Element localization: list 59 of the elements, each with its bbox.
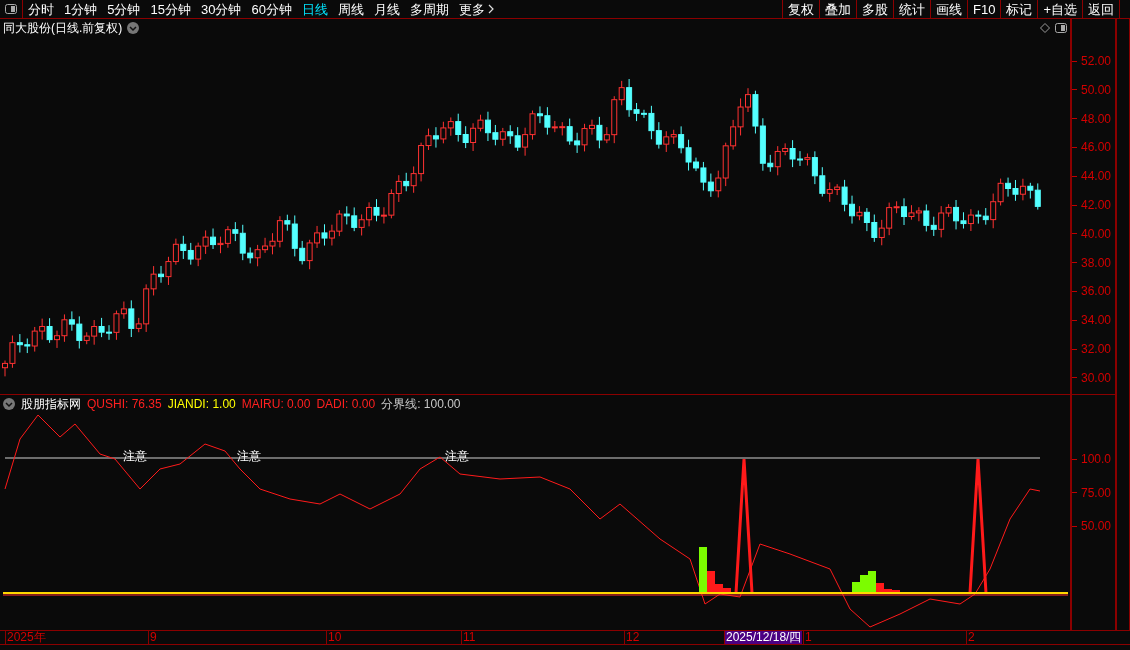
indicator-readout: MAIRU: 0.00	[241, 395, 311, 413]
period-tab[interactable]: 多周期	[409, 2, 449, 16]
chart-annotation: 注意	[237, 450, 261, 462]
period-tab[interactable]: 分时	[28, 2, 54, 16]
toolbar-button[interactable]: 复权	[783, 0, 820, 18]
period-tab[interactable]: 更多	[458, 2, 494, 16]
indicator-readout: DADI: 0.00	[316, 395, 376, 413]
date-axis-label: 11	[461, 631, 477, 644]
price-tick-label: 52.00	[1081, 54, 1112, 68]
indicator-name: 股朋指标网	[21, 395, 81, 413]
panel-toggle-icon[interactable]	[1055, 22, 1067, 33]
date-axis-label: 1	[803, 631, 813, 644]
price-tick-label: 32.00	[1081, 342, 1112, 356]
toolbar-button[interactable]: 叠加	[820, 0, 857, 18]
dropdown-icon[interactable]	[3, 397, 15, 410]
period-tab[interactable]: 5分钟	[107, 2, 141, 16]
toolbar-button[interactable]: 画线	[931, 0, 968, 18]
price-tick-label: 42.00	[1081, 198, 1112, 212]
period-tab[interactable]: 15分钟	[150, 2, 191, 16]
indicator-tick-label: 50.00	[1081, 519, 1112, 533]
indicator-tick-label: 100.0	[1081, 452, 1112, 466]
period-tab[interactable]: 1分钟	[64, 2, 98, 16]
toolbar-button[interactable]: 返回	[1083, 0, 1120, 18]
price-tick-label: 34.00	[1081, 313, 1112, 328]
toolbar-button[interactable]: F10	[968, 0, 1002, 18]
date-axis-label: 2025年	[5, 631, 47, 644]
dropdown-icon[interactable]	[127, 21, 140, 34]
chart-annotation: 注意	[445, 450, 469, 462]
date-axis-label: 9	[148, 631, 158, 644]
price-tick-label: 50.00	[1081, 82, 1112, 97]
price-tick-label: 40.00	[1081, 226, 1112, 241]
toolbar-button[interactable]: 标记	[1001, 0, 1039, 18]
indicator-readout: JIANDI: 1.00	[167, 395, 236, 413]
chart-annotation: 注意	[123, 450, 147, 462]
diamond-icon[interactable]	[1040, 22, 1050, 33]
indicator-tick-label: 75.00	[1081, 485, 1112, 500]
chart-title: 同大股份(日线.前复权)	[3, 19, 123, 37]
date-axis-label: 10	[326, 631, 343, 644]
panel-toggle-icon[interactable]	[5, 4, 17, 14]
date-axis-label: 2	[966, 631, 976, 644]
toolbar-button[interactable]: 统计	[894, 0, 931, 18]
price-tick-label: 36.00	[1081, 284, 1112, 299]
price-tick-label: 44.00	[1081, 169, 1112, 184]
date-axis-label: 2025/12/18/四	[724, 631, 803, 644]
chevron-right-icon	[487, 4, 494, 14]
date-axis-label: 12	[624, 631, 641, 644]
price-tick-label: 46.00	[1081, 140, 1112, 155]
period-tab[interactable]: 30分钟	[200, 2, 242, 16]
price-tick-label: 30.00	[1081, 370, 1112, 385]
indicator-readout: QUSHI: 76.35	[87, 395, 162, 413]
indicator-readout: 分界线: 100.00	[381, 395, 461, 413]
period-tab[interactable]: 60分钟	[251, 2, 292, 16]
period-tab[interactable]: 月线	[373, 2, 400, 16]
price-tick-label: 38.00	[1081, 255, 1112, 270]
toolbar-button[interactable]: +自选	[1038, 0, 1083, 18]
price-tick-label: 48.00	[1081, 111, 1112, 126]
toolbar-button[interactable]: 多股	[857, 0, 894, 18]
period-tab[interactable]: 日线	[301, 2, 328, 16]
period-tab[interactable]: 周线	[337, 2, 364, 16]
